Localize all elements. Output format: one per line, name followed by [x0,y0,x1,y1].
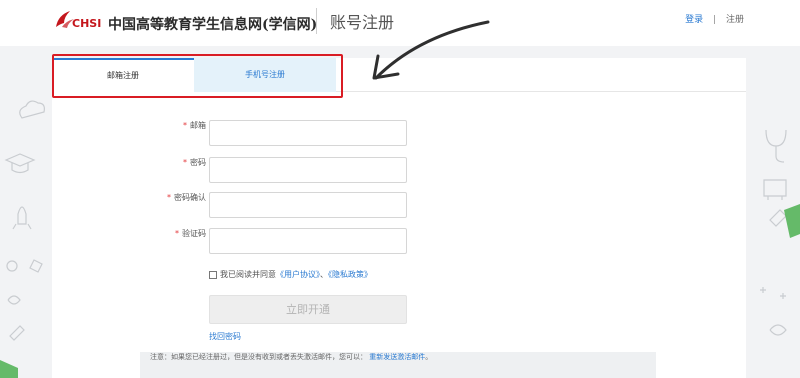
password-field[interactable] [209,157,407,183]
bus-icon [763,179,787,200]
captcha-field[interactable] [209,228,407,254]
required-mark: * [183,158,187,167]
captcha-label-text: 验证码 [182,229,206,238]
header-links: 登录 | 注册 [685,12,744,25]
login-link[interactable]: 登录 [685,15,703,25]
cloud-icon [19,100,45,119]
resend-activation-link[interactable]: 重新发送激活邮件 [369,353,425,361]
agree-prefix: 我已阅读并同意 [220,270,276,279]
privacy-policy-link[interactable]: 《隐私政策》 [328,270,372,279]
email-row: * 邮箱 [52,120,746,146]
password-label-text: 密码 [190,158,206,167]
header-divider [316,8,317,34]
notice-trailing: 。 [425,353,433,361]
register-link[interactable]: 注册 [726,15,744,25]
stethoscope-icon [765,129,787,163]
activation-notice: 注意：如果您已经注册过，但是没有收到或者丢失激活邮件，您可以： 重新发送激活邮件… [140,352,656,378]
gear-icon [6,260,18,272]
agree-checkbox[interactable] [209,270,217,279]
submit-button[interactable]: 立即开通 [209,295,407,324]
tab-phone-register[interactable]: 手机号注册 [194,58,336,92]
rocket-icon [12,206,32,230]
register-card: 邮箱注册 手机号注册 * 邮箱 * 密码 * 密码确认 * 验证码 我已阅读并同意《用户… [52,58,746,378]
password-confirm-label-text: 密码确认 [174,193,206,202]
agree-separator: 、 [320,270,328,279]
password-confirm-field[interactable] [209,192,407,218]
email-label-text: 邮箱 [190,121,206,130]
notice-text: 注意：如果您已经注册过，但是没有收到或者丢失激活邮件，您可以： [150,353,367,361]
forgot-password-link[interactable]: 找回密码 [209,331,241,342]
agreement-row: 我已阅读并同意《用户协议》、《隐私政策》 [209,269,372,283]
link-separator: | [713,15,717,25]
email-field[interactable] [209,120,407,146]
captcha-row: * 验证码 [52,228,746,254]
graduation-cap-icon [4,153,36,174]
required-mark: * [167,193,171,202]
page-title: 账号注册 [330,13,395,32]
site-header: CHSI 中国高等教育学生信息网(学信网) 账号注册 登录 | 注册 [0,0,800,46]
logo-text-en[interactable]: CHSI [72,17,101,30]
required-mark: * [175,229,179,238]
password-label: * 密码 [183,157,206,183]
captcha-label: * 验证码 [175,228,206,254]
user-agreement-link[interactable]: 《用户协议》 [276,270,320,279]
password-confirm-label: * 密码确认 [167,192,206,218]
email-label: * 邮箱 [183,120,206,146]
password-row: * 密码 [52,157,746,183]
logo-text-cn[interactable]: 中国高等教育学生信息网(学信网) [108,14,317,34]
password-confirm-row: * 密码确认 [52,192,746,218]
required-mark: * [183,121,187,130]
register-tabs: 邮箱注册 手机号注册 [52,58,746,92]
tab-email-register[interactable]: 邮箱注册 [52,58,194,92]
